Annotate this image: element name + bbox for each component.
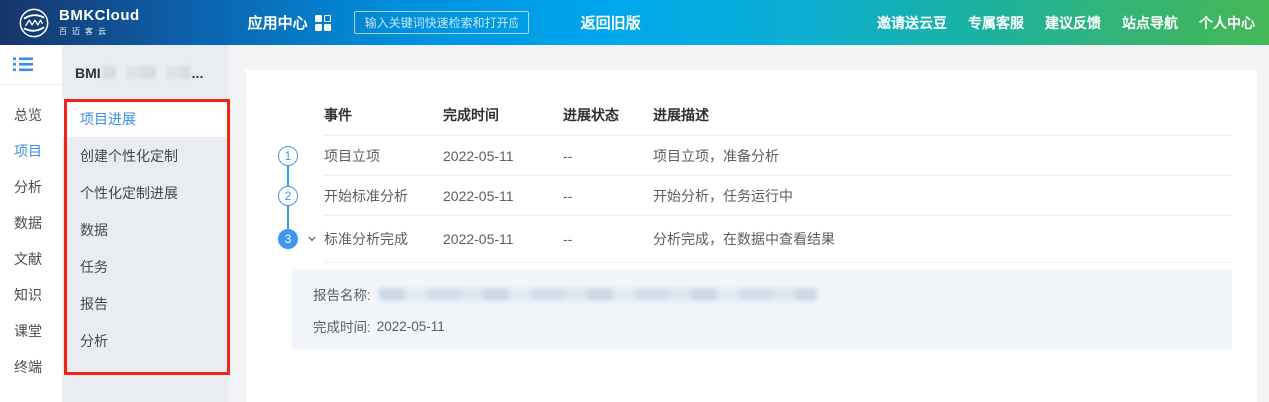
report-name-redacted	[379, 288, 817, 301]
sidebar-item-label: 项目	[14, 141, 42, 161]
brand-logo[interactable]: BMKCloud 百迈客云	[18, 7, 140, 39]
nav-site-map[interactable]: 站点导航	[1122, 13, 1178, 33]
app-center-label: 应用中心	[248, 12, 308, 33]
menu-item-label: 创建个性化定制	[80, 146, 178, 166]
menu-item-label: 报告	[80, 294, 108, 314]
cell-desc: 分析完成，在数据中查看结果	[653, 229, 1232, 249]
sidebar-item-analysis[interactable]: 分析	[0, 169, 62, 205]
nav-feedback[interactable]: 建议反馈	[1045, 13, 1101, 33]
menu-item-data[interactable]: 数据	[62, 211, 228, 248]
header-finish-time: 完成时间	[443, 105, 563, 125]
chevron-down-icon[interactable]	[307, 234, 317, 244]
menu-item-create-customization[interactable]: 创建个性化定制	[62, 137, 228, 174]
sidebar-item-label: 数据	[14, 213, 42, 233]
cell-status: --	[563, 188, 653, 204]
page: BMKCloud 百迈客云 应用中心 返回旧版 邀请送云豆 专属客服 建议反馈 …	[0, 0, 1269, 402]
finish-time-label: 完成时间:	[313, 316, 371, 336]
menu-item-label: 数据	[80, 220, 108, 240]
finish-time-row: 完成时间: 2022-05-11	[313, 317, 1232, 335]
sidebar-item-label: 课堂	[14, 321, 42, 341]
topbar-nav: 邀请送云豆 专属客服 建议反馈 站点导航 个人中心	[877, 13, 1255, 33]
cell-desc: 开始分析，任务运行中	[653, 186, 1232, 206]
step-indicator-2: 2	[278, 186, 298, 206]
brand-logo-icon	[18, 7, 50, 39]
cell-event-label: 标准分析完成	[324, 231, 408, 247]
apps-grid-icon	[315, 15, 331, 31]
brand-text: BMKCloud 百迈客云	[59, 8, 140, 37]
menu-item-label: 项目进展	[80, 109, 136, 129]
header-progress-desc: 进展描述	[653, 105, 1232, 125]
sidebar-item-literature[interactable]: 文献	[0, 241, 62, 277]
menu-item-analysis[interactable]: 分析	[62, 322, 228, 359]
menu-item-label: 任务	[80, 257, 108, 277]
sidebar-item-label: 知识	[14, 285, 42, 305]
sidebar-item-data[interactable]: 数据	[0, 205, 62, 241]
sidebar-item-label: 分析	[14, 177, 42, 197]
report-detail-panel: 报告名称: 完成时间: 2022-05-11	[292, 269, 1232, 349]
sidebar-item-overview[interactable]: 总览	[0, 97, 62, 133]
project-title-prefix: BMI	[75, 65, 101, 81]
sidebar-item-classroom[interactable]: 课堂	[0, 313, 62, 349]
progress-card: 1 2 3 事件 完成时间 进展状态 进展描述 项目立项 2022-05-11 …	[246, 70, 1257, 402]
list-menu-icon	[13, 57, 33, 72]
report-name-row: 报告名称:	[313, 285, 1232, 303]
menu-item-reports[interactable]: 报告	[62, 285, 228, 322]
report-name-label: 报告名称:	[313, 284, 371, 304]
sidebar-collapse-toggle[interactable]	[0, 45, 62, 85]
topbar: BMKCloud 百迈客云 应用中心 返回旧版 邀请送云豆 专属客服 建议反馈 …	[0, 0, 1269, 45]
main-content: 1 2 3 事件 完成时间 进展状态 进展描述 项目立项 2022-05-11 …	[228, 45, 1269, 402]
app-search-input[interactable]	[354, 11, 529, 34]
project-title: BMI ...	[62, 45, 228, 100]
app-center-button[interactable]: 应用中心	[248, 12, 331, 33]
step-indicator-3: 3	[278, 229, 298, 249]
back-to-old-version-link[interactable]: 返回旧版	[581, 12, 641, 33]
cell-desc: 项目立项，准备分析	[653, 146, 1232, 166]
body: 总览 项目 分析 数据 文献 知识 课堂 终端 BMI ... 项目进展 创建个…	[0, 45, 1269, 402]
brand-subname: 百迈客云	[59, 26, 140, 37]
table-row: 项目立项 2022-05-11 -- 项目立项，准备分析	[324, 136, 1232, 176]
finish-time-value: 2022-05-11	[377, 319, 445, 334]
sidebar-item-projects[interactable]: 项目	[0, 133, 62, 169]
sidebar-item-label: 终端	[14, 357, 42, 377]
table-row-expandable[interactable]: 标准分析完成 2022-05-11 -- 分析完成，在数据中查看结果	[324, 216, 1232, 263]
menu-item-tasks[interactable]: 任务	[62, 248, 228, 285]
cell-event: 项目立项	[324, 146, 443, 166]
brand-name: BMKCloud	[59, 8, 140, 23]
menu-item-label: 分析	[80, 331, 108, 351]
header-event: 事件	[324, 105, 443, 125]
cell-status: --	[563, 148, 653, 164]
primary-sidebar-list: 总览 项目 分析 数据 文献 知识 课堂 终端	[0, 85, 62, 385]
cell-status: --	[563, 231, 653, 247]
project-title-redacted	[102, 66, 190, 79]
project-sidebar: BMI ... 项目进展 创建个性化定制 个性化定制进展 数据 任务 报告 分析	[62, 45, 228, 402]
cell-event: 标准分析完成	[324, 229, 443, 249]
nav-customer-service[interactable]: 专属客服	[968, 13, 1024, 33]
cell-time: 2022-05-11	[443, 188, 563, 204]
cell-time: 2022-05-11	[443, 148, 563, 164]
table-row: 开始标准分析 2022-05-11 -- 开始分析，任务运行中	[324, 176, 1232, 216]
step-indicator-1: 1	[278, 146, 298, 166]
sidebar-item-label: 文献	[14, 249, 42, 269]
nav-invite-beans[interactable]: 邀请送云豆	[877, 13, 947, 33]
progress-table: 事件 完成时间 进展状态 进展描述 项目立项 2022-05-11 -- 项目立…	[246, 94, 1257, 263]
cell-time: 2022-05-11	[443, 231, 563, 247]
project-sidebar-menu: 项目进展 创建个性化定制 个性化定制进展 数据 任务 报告 分析	[62, 100, 228, 359]
sidebar-item-label: 总览	[14, 105, 42, 125]
table-header-row: 事件 完成时间 进展状态 进展描述	[324, 94, 1232, 136]
sidebar-item-terminal[interactable]: 终端	[0, 349, 62, 385]
menu-item-project-progress[interactable]: 项目进展	[62, 100, 228, 137]
cell-event: 开始标准分析	[324, 186, 443, 206]
project-title-ellipsis: ...	[192, 65, 204, 81]
header-progress-status: 进展状态	[563, 105, 653, 125]
menu-item-label: 个性化定制进展	[80, 183, 178, 203]
sidebar-item-knowledge[interactable]: 知识	[0, 277, 62, 313]
nav-personal-center[interactable]: 个人中心	[1199, 13, 1255, 33]
timeline-rail: 1 2 3	[246, 70, 308, 402]
primary-sidebar: 总览 项目 分析 数据 文献 知识 课堂 终端	[0, 45, 62, 402]
menu-item-customization-progress[interactable]: 个性化定制进展	[62, 174, 228, 211]
